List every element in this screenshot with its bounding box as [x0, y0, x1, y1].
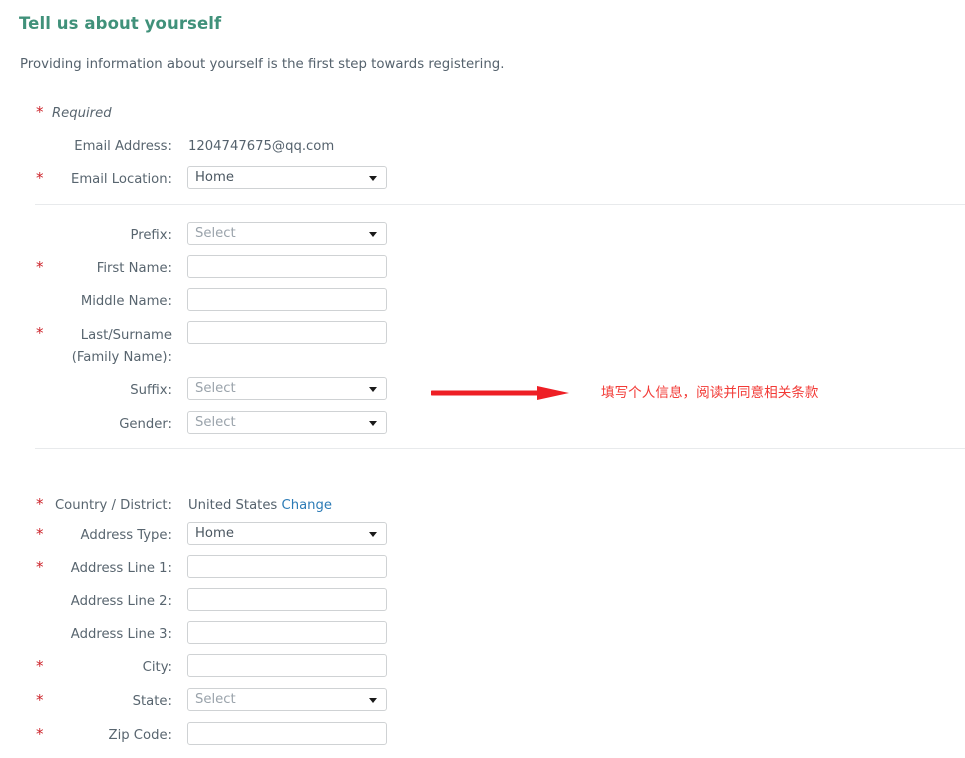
input-address-line-1[interactable]: [187, 555, 387, 578]
page-subtitle: Providing information about yourself is …: [20, 57, 505, 72]
row-middle-name: Middle Name:: [0, 288, 420, 314]
chevron-down-icon: [369, 421, 377, 426]
label-country-district: Country / District:: [54, 498, 172, 513]
chevron-down-icon: [369, 176, 377, 181]
row-suffix: Suffix: Select: [0, 377, 420, 403]
select-gender[interactable]: Select: [187, 411, 387, 434]
required-legend-label: Required: [52, 106, 112, 121]
label-email-location: Email Location:: [71, 172, 172, 187]
chevron-down-icon: [369, 532, 377, 537]
label-gender: Gender:: [119, 417, 172, 432]
divider-after-name: [35, 448, 965, 449]
select-state-value: Select: [195, 692, 236, 707]
row-email-location: * Email Location: Home: [0, 166, 420, 192]
row-address-line-2: Address Line 2:: [0, 588, 420, 614]
registration-form-page: Tell us about yourself Providing informa…: [0, 0, 965, 758]
input-address-line-3[interactable]: [187, 621, 387, 644]
annotation-text: 填写个人信息，阅读并同意相关条款: [601, 385, 819, 401]
row-city: * City:: [0, 654, 420, 680]
input-address-line-2[interactable]: [187, 588, 387, 611]
row-country-district: * Country / District: United States Chan…: [0, 495, 420, 518]
label-suffix: Suffix:: [130, 383, 172, 398]
value-country-district: United States Change: [188, 496, 332, 515]
chevron-down-icon: [369, 387, 377, 392]
label-prefix: Prefix:: [130, 228, 172, 243]
label-address-type: Address Type:: [80, 528, 172, 543]
select-address-type[interactable]: Home: [187, 522, 387, 545]
select-address-type-value: Home: [195, 526, 234, 541]
row-address-line-1: * Address Line 1:: [0, 555, 420, 581]
select-gender-value: Select: [195, 415, 236, 430]
label-email-address: Email Address:: [74, 139, 172, 154]
select-suffix-value: Select: [195, 381, 236, 396]
row-address-line-3: Address Line 3:: [0, 621, 420, 647]
select-prefix[interactable]: Select: [187, 222, 387, 245]
input-zip-code[interactable]: [187, 722, 387, 745]
row-gender: Gender: Select: [0, 411, 420, 437]
input-first-name[interactable]: [187, 255, 387, 278]
page-title: Tell us about yourself: [19, 14, 222, 33]
row-email-address: Email Address: 1204747675@qq.com: [0, 137, 420, 159]
country-name: United States: [188, 498, 278, 513]
chevron-down-icon: [369, 698, 377, 703]
label-address-line-3: Address Line 3:: [70, 627, 172, 642]
annotation-arrow-icon: [431, 386, 569, 400]
label-address-line-1: Address Line 1:: [70, 561, 172, 576]
input-last-name[interactable]: [187, 321, 387, 344]
label-first-name: First Name:: [96, 261, 172, 276]
row-address-type: * Address Type: Home: [0, 522, 420, 548]
label-middle-name: Middle Name:: [80, 294, 172, 309]
select-prefix-value: Select: [195, 226, 236, 241]
label-last-name: Last/Surname (Family Name):: [0, 325, 172, 369]
divider-after-email: [35, 204, 965, 205]
label-zip-code: Zip Code:: [108, 728, 172, 743]
row-state: * State: Select: [0, 688, 420, 714]
row-prefix: Prefix: Select: [0, 222, 420, 248]
select-email-location[interactable]: Home: [187, 166, 387, 189]
label-city: City:: [142, 660, 172, 675]
select-email-location-value: Home: [195, 170, 234, 185]
value-email-address: 1204747675@qq.com: [188, 139, 335, 154]
required-asterisk-icon: *: [36, 103, 44, 121]
label-state: State:: [132, 694, 172, 709]
select-suffix[interactable]: Select: [187, 377, 387, 400]
change-country-link[interactable]: Change: [282, 498, 333, 513]
row-last-name: * Last/Surname (Family Name):: [0, 321, 420, 369]
label-last-name-line2: (Family Name):: [71, 350, 172, 365]
row-zip-code: * Zip Code:: [0, 722, 420, 748]
label-address-line-2: Address Line 2:: [70, 594, 172, 609]
row-first-name: * First Name:: [0, 255, 420, 281]
input-city[interactable]: [187, 654, 387, 677]
label-last-name-line1: Last/Surname: [80, 328, 172, 343]
chevron-down-icon: [369, 232, 377, 237]
required-legend-row: * Required: [0, 103, 420, 126]
input-middle-name[interactable]: [187, 288, 387, 311]
select-state[interactable]: Select: [187, 688, 387, 711]
